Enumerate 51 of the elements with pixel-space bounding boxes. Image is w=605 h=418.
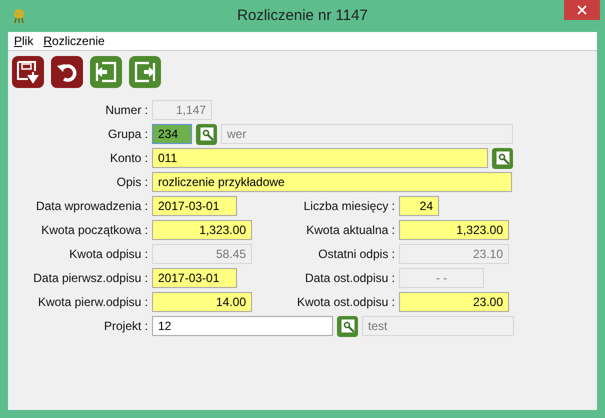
input-field[interactable]: 2017-03-01 — [152, 268, 237, 288]
save-button[interactable] — [12, 56, 44, 88]
input-field[interactable]: - - — [399, 268, 484, 288]
input-field[interactable]: 2017-03-01 — [152, 196, 237, 216]
field-label: Kwota ost.odpisu : — [296, 295, 395, 309]
input-field[interactable]: 1,323.00 — [399, 220, 509, 240]
close-button[interactable] — [564, 0, 600, 20]
lookup-button[interactable] — [492, 148, 513, 168]
input-field[interactable]: rozliczenie przykładowe — [152, 172, 512, 192]
arrow-left-box-icon — [94, 60, 118, 84]
field-label: Data ost.odpisu : — [304, 271, 395, 285]
field-label: Kwota aktualna : — [305, 223, 395, 237]
input-field[interactable]: 23.10 — [399, 244, 509, 264]
input-field[interactable]: 234 — [152, 124, 192, 144]
menu-item[interactable]: Plik — [14, 34, 34, 48]
field-label: Opis : — [116, 175, 148, 189]
field-label: Data pierwsz.odpisu : — [32, 271, 148, 285]
arrow-right-box-icon — [133, 60, 157, 84]
undo-button[interactable] — [51, 56, 83, 88]
input-field[interactable]: 58.45 — [152, 244, 252, 264]
input-field[interactable]: 24 — [399, 196, 439, 216]
next-button[interactable] — [129, 56, 161, 88]
field-label: Data wprowadzenia : — [34, 199, 148, 213]
field-label: Numer : — [104, 103, 148, 117]
description-field: test — [362, 316, 514, 336]
floppy-download-icon — [16, 60, 40, 84]
input-field[interactable]: 1,147 — [152, 100, 212, 120]
search-icon — [200, 127, 214, 141]
field-label: Grupa : — [106, 127, 148, 141]
description-field: wer — [221, 124, 513, 144]
input-field[interactable]: 12 — [152, 316, 333, 336]
field-label: Konto : — [108, 151, 148, 165]
field-label: Ostatni odpis : — [317, 247, 395, 261]
field-label: Liczba miesięcy : — [302, 199, 395, 213]
menu-item[interactable]: Rozliczenie — [43, 34, 105, 48]
app-icon — [12, 8, 26, 24]
input-field[interactable]: 14.00 — [152, 292, 252, 312]
window-title: Rozliczenie nr 1147 — [237, 7, 368, 24]
field-label: Kwota początkowa : — [40, 223, 148, 237]
search-icon — [340, 319, 354, 333]
lookup-button[interactable] — [337, 316, 358, 336]
close-icon — [577, 5, 587, 15]
field-label: Projekt : — [102, 319, 148, 333]
input-field[interactable]: 23.00 — [399, 292, 509, 312]
lookup-button[interactable] — [196, 124, 217, 144]
search-icon — [496, 151, 510, 165]
field-label: Kwota pierw.odpisu : — [36, 295, 148, 309]
input-field[interactable]: 1,323.00 — [152, 220, 252, 240]
prev-button[interactable] — [90, 56, 122, 88]
input-field[interactable]: 011 — [152, 148, 488, 168]
field-label: Kwota odpisu : — [68, 247, 148, 261]
